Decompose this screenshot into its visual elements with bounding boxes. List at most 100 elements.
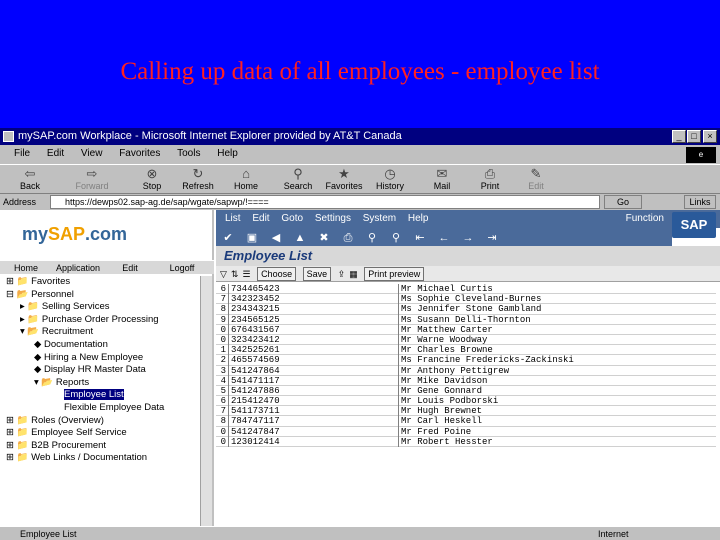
row-number: 3 [220, 365, 226, 376]
tree-item-b2b[interactable]: ⊞ 📁 B2B Procurement [0, 440, 200, 453]
menu-file[interactable]: File [14, 145, 30, 162]
table-row[interactable]: 0 123012414 Mr Robert Hesster [216, 436, 716, 448]
choose-button[interactable]: Choose [257, 267, 297, 281]
tree-item-reports[interactable]: ▾ 📂 Reports [0, 377, 200, 390]
sap-menu-edit[interactable]: Edit [252, 210, 269, 228]
tree-item-favorites[interactable]: ⊞ 📁 Favorites [0, 276, 200, 289]
nav-edit[interactable]: Edit [104, 261, 156, 275]
back-icon[interactable]: ◀ [264, 229, 288, 247]
employee-name: Mr Robert Hesster [398, 436, 716, 448]
tree-item-flexible-data[interactable]: Flexible Employee Data [0, 402, 200, 415]
minimize-button[interactable]: _ [672, 130, 686, 143]
table-row[interactable]: 8 784747117 Mr Carl Heskell [216, 416, 716, 427]
export-icon[interactable]: ⇪ [338, 266, 346, 282]
find-icon[interactable]: ⚲ [360, 229, 384, 247]
maximize-button[interactable]: □ [687, 130, 701, 143]
exit-icon[interactable]: ▲ [288, 229, 312, 247]
personnel-number: 734465423 [228, 284, 398, 295]
tree-item-personnel[interactable]: ⊟ 📂 Personnel [0, 289, 200, 302]
menu-view[interactable]: View [81, 145, 103, 162]
tree-item-ess[interactable]: ⊞ 📁 Employee Self Service [0, 427, 200, 440]
tree-item-recruitment[interactable]: ▾ 📂 Recruitment [0, 326, 200, 339]
favorites-icon: ★ [338, 166, 350, 181]
favorites-button[interactable]: ★ Favorites [320, 166, 368, 194]
tree-item-selling-services[interactable]: ▸ 📁 Selling Services [0, 301, 200, 314]
go-button[interactable]: Go [604, 195, 642, 209]
save-button[interactable]: Save [302, 267, 332, 281]
tree-item-purchase-order[interactable]: ▸ 📁 Purchase Order Processing [0, 314, 200, 327]
tree-item-web-links[interactable]: ⊞ 📁 Web Links / Documentation [0, 452, 200, 465]
tree-item-hiring[interactable]: ◆ Hiring a New Employee [0, 352, 200, 365]
table-row[interactable]: 8 234343215 Ms Jennifer Stone Gambland [216, 304, 716, 315]
enter-icon[interactable]: ✔ [216, 229, 240, 247]
tree-item-roles[interactable]: ⊞ 📁 Roles (Overview) [0, 415, 200, 428]
details-icon[interactable]: ☰ [242, 266, 250, 282]
table-row[interactable]: 7 541173711 Mr Hugh Brewnet [216, 406, 716, 417]
tree-item-employee-list[interactable]: Employee List [0, 389, 200, 402]
table-row[interactable]: 0 676431567 Mr Matthew Carter [216, 324, 716, 335]
history-button[interactable]: ◷ History [366, 166, 414, 194]
close-button[interactable]: × [703, 130, 717, 143]
row-number: 7 [220, 406, 226, 417]
table-row[interactable]: 9 234565125 Ms Susann Delli-Thornton [216, 314, 716, 325]
table-row[interactable]: 0 541247847 Mr Fred Poine [216, 426, 716, 437]
sap-menu-goto[interactable]: Goto [281, 210, 303, 228]
table-row[interactable]: 6 734465423 Mr Michael Curtis [216, 284, 716, 295]
search-button[interactable]: ⚲ Search [274, 166, 322, 194]
search-icon: ⚲ [293, 166, 303, 181]
nav-logoff[interactable]: Logoff [156, 261, 208, 275]
sap-menu-help[interactable]: Help [408, 210, 429, 228]
links-button[interactable]: Links [684, 195, 716, 209]
prev-page-icon[interactable]: ← [432, 229, 456, 247]
menu-help[interactable]: Help [217, 145, 238, 162]
row-number: 6 [220, 284, 226, 294]
table-row[interactable]: 2 465574569 Ms Francine Fredericks-Zackins… [216, 355, 716, 366]
mail-button[interactable]: ✉ Mail [418, 166, 466, 194]
menu-favorites[interactable]: Favorites [119, 145, 160, 162]
table-row[interactable]: 0 323423412 Mr Warne Woodway [216, 334, 716, 346]
tree-item-documentation[interactable]: ◆ Documentation [0, 339, 200, 352]
forward-button[interactable]: ⇨ Forward [68, 166, 116, 194]
status-text: Employee List [20, 529, 77, 539]
refresh-button[interactable]: ↻ Refresh [174, 166, 222, 194]
personnel-number: 342323452 [228, 294, 398, 305]
nav-application[interactable]: Application [52, 261, 104, 275]
sap-menu-system[interactable]: System [363, 210, 396, 228]
table-row[interactable]: 7 342323452 Ms Sophie Cleveland-Burnes [216, 294, 716, 305]
tree-scrollbar[interactable] [200, 276, 212, 526]
menu-edit[interactable]: Edit [47, 145, 64, 162]
edit-button[interactable]: ✎ Edit [512, 166, 560, 194]
row-number: 7 [220, 294, 226, 305]
back-button[interactable]: ⇦ Back [6, 166, 54, 194]
table-row[interactable]: 5 541247886 Mr Gene Gonnard [216, 385, 716, 397]
sap-menu-settings[interactable]: Settings [315, 210, 351, 228]
browser-window: mySAP.com Workplace - Microsoft Internet… [0, 128, 720, 540]
employee-name: Ms Sophie Cleveland-Burnes [398, 294, 716, 305]
address-input[interactable]: https://dewps02.sap-ag.de/sap/wgate/sapw… [50, 195, 600, 209]
last-page-icon[interactable]: ⇥ [480, 229, 504, 247]
table-row[interactable]: 1 342525261 Mr Charles Browne [216, 345, 716, 356]
cancel-icon[interactable]: ✖ [312, 229, 336, 247]
sap-menu-list[interactable]: List [225, 210, 241, 228]
home-button[interactable]: ⌂ Home [222, 166, 270, 194]
sort-icon[interactable]: ⇅ [231, 266, 239, 282]
employee-name: Ms Susann Delli-Thornton [398, 314, 716, 325]
nav-home[interactable]: Home [0, 261, 52, 275]
tree-item-display-hr[interactable]: ◆ Display HR Master Data [0, 364, 200, 377]
print-button[interactable]: ⎙ Print [466, 166, 514, 194]
print-icon[interactable]: ⎙ [336, 229, 360, 247]
table-row[interactable]: 3 541247864 Mr Anthony Pettigrew [216, 365, 716, 376]
stop-button[interactable]: ⊗ Stop [128, 166, 176, 194]
first-page-icon[interactable]: ⇤ [408, 229, 432, 247]
table-row[interactable]: 6 215412470 Mr Louis Podborski [216, 396, 716, 407]
save-icon[interactable]: ▣ [240, 229, 264, 247]
layout-icon[interactable]: ▦ [349, 266, 358, 282]
filter-icon[interactable]: ▽ [220, 266, 227, 282]
find-next-icon[interactable]: ⚲ [384, 229, 408, 247]
personnel-number: 234343215 [228, 304, 398, 315]
table-row[interactable]: 4 541471117 Mr Mike Davidson [216, 375, 716, 386]
personnel-number: 234565125 [228, 314, 398, 325]
next-page-icon[interactable]: → [456, 229, 480, 247]
print-preview-button[interactable]: Print preview [364, 267, 425, 281]
menu-tools[interactable]: Tools [177, 145, 200, 162]
